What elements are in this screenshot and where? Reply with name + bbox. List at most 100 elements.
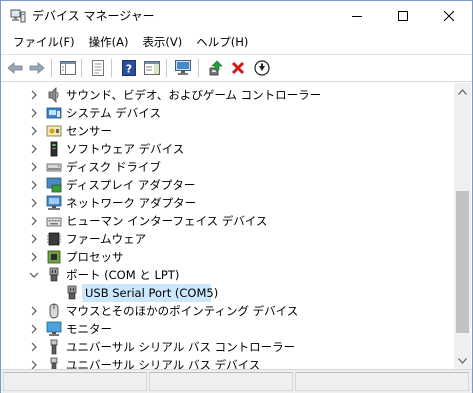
- tree-item-display-adapters[interactable]: ディスプレイ アダプター: [2, 176, 454, 194]
- close-icon: [444, 11, 454, 21]
- chevron-right-icon[interactable]: [29, 90, 39, 100]
- device-tree[interactable]: サウンド、ビデオ、およびゲーム コントローラー システム デバイス センサー ソ…: [2, 83, 454, 369]
- tree-item-usb-serial-port-com5[interactable]: USB Serial Port (COM5): [2, 284, 454, 302]
- tree-item-human-interface-devices[interactable]: ヒューマン インターフェイス デバイス: [2, 212, 454, 230]
- close-button[interactable]: [426, 1, 472, 31]
- tree-item-label: ユニバーサル シリアル バス デバイス: [66, 358, 261, 369]
- tree-item-software-devices[interactable]: ソフトウェア デバイス: [2, 140, 454, 158]
- chevron-right-icon[interactable]: [29, 126, 39, 136]
- menu-file[interactable]: ファイル(F): [6, 32, 82, 52]
- usb-icon: [50, 339, 58, 355]
- toolbar-separator: [51, 59, 52, 77]
- hid-icon: [46, 217, 62, 227]
- chevron-right-icon[interactable]: [29, 252, 39, 262]
- uninstall-device-button[interactable]: [228, 58, 248, 78]
- tree-item-label: センサー: [66, 124, 112, 138]
- disable-device-button[interactable]: [252, 58, 272, 78]
- software-device-icon: [50, 141, 58, 157]
- title-bar[interactable]: デバイス マネージャー: [1, 1, 472, 31]
- status-pane: [149, 372, 293, 391]
- tree-item-processors[interactable]: プロセッサ: [2, 248, 454, 266]
- tree-item-label: ヒューマン インターフェイス デバイス: [66, 214, 268, 228]
- toolbar-separator: [166, 59, 167, 77]
- vertical-scrollbar[interactable]: [454, 83, 471, 369]
- tree-item-network-adapters[interactable]: ネットワーク アダプター: [2, 194, 454, 212]
- update-driver-button[interactable]: [205, 58, 225, 78]
- tree-item-usb-controllers[interactable]: ユニバーサル シリアル バス コントローラー: [2, 338, 454, 356]
- scroll-down-button[interactable]: [454, 352, 471, 369]
- chevron-right-icon[interactable]: [29, 198, 39, 208]
- display-adapter-icon: [46, 177, 62, 193]
- update-driver-icon: [209, 60, 223, 76]
- chevron-right-icon[interactable]: [29, 144, 39, 154]
- chevron-right-icon[interactable]: [29, 216, 39, 226]
- chevron-right-icon[interactable]: [29, 180, 39, 190]
- tree-item-label: ネットワーク アダプター: [66, 196, 197, 210]
- toolbar-separator: [111, 59, 112, 77]
- tree-item-label: USB Serial Port (COM5): [85, 286, 219, 300]
- chevron-down-icon[interactable]: [29, 270, 39, 280]
- help-button[interactable]: ?: [119, 58, 139, 78]
- scroll-down-arrow-icon: [458, 357, 467, 364]
- status-pane: [3, 372, 147, 391]
- chevron-right-icon[interactable]: [29, 324, 39, 334]
- minimize-icon: [352, 16, 362, 17]
- tree-item-system-devices[interactable]: システム デバイス: [2, 104, 454, 122]
- svg-text:?: ?: [126, 63, 132, 76]
- minimize-button[interactable]: [334, 1, 380, 31]
- menu-bar: ファイル(F) 操作(A) 表示(V) ヘルプ(H): [1, 31, 472, 53]
- tree-item-label: ユニバーサル シリアル バス コントローラー: [66, 340, 296, 354]
- action-pane-icon: [144, 61, 160, 75]
- scan-monitor-icon: [175, 60, 191, 75]
- chevron-right-icon[interactable]: [29, 234, 39, 244]
- speaker-icon: [48, 87, 59, 103]
- properties-button[interactable]: [88, 58, 108, 78]
- scroll-up-button[interactable]: [454, 83, 471, 100]
- scrollbar-thumb[interactable]: [456, 191, 469, 333]
- network-adapter-icon: [46, 195, 62, 210]
- back-arrow-icon: [7, 62, 23, 74]
- window-title: デバイス マネージャー: [32, 9, 155, 23]
- scroll-up-arrow-icon: [458, 88, 467, 95]
- processor-icon: [47, 250, 61, 264]
- toolbar-separator: [198, 59, 199, 77]
- tree-item-label: マウスとそのほかのポインティング デバイス: [66, 304, 299, 318]
- menu-help[interactable]: ヘルプ(H): [189, 32, 255, 52]
- tree-item-sound-video-game[interactable]: サウンド、ビデオ、およびゲーム コントローラー: [2, 86, 454, 104]
- tree-item-monitors[interactable]: モニター: [2, 320, 454, 338]
- help-book-icon: ?: [122, 60, 136, 76]
- back-button[interactable]: [5, 58, 25, 78]
- chevron-right-icon[interactable]: [29, 360, 39, 369]
- maximize-button[interactable]: [380, 1, 426, 31]
- firmware-icon: [47, 232, 61, 246]
- toolbar: ?: [1, 54, 472, 82]
- tree-item-usb-devices[interactable]: ユニバーサル シリアル バス デバイス: [2, 356, 454, 369]
- chevron-right-icon[interactable]: [29, 306, 39, 316]
- action-pane-button[interactable]: [142, 58, 162, 78]
- menu-view[interactable]: 表示(V): [135, 32, 189, 52]
- tree-item-firmware[interactable]: ファームウェア: [2, 230, 454, 248]
- show-hide-console-tree-button[interactable]: [58, 58, 78, 78]
- toolbar-separator: [81, 59, 82, 77]
- console-tree-icon: [60, 61, 76, 75]
- menu-action[interactable]: 操作(A): [82, 32, 136, 52]
- maximize-icon: [398, 11, 408, 21]
- forward-button[interactable]: [27, 58, 47, 78]
- tree-item-label: サウンド、ビデオ、およびゲーム コントローラー: [66, 88, 322, 102]
- tree-item-mice-pointing-devices[interactable]: マウスとそのほかのポインティング デバイス: [2, 302, 454, 320]
- tree-item-label: ディスク ドライブ: [66, 160, 161, 174]
- uninstall-x-icon: [231, 61, 245, 75]
- chevron-right-icon[interactable]: [29, 108, 39, 118]
- tree-item-label: モニター: [66, 322, 112, 336]
- tree-item-sensors[interactable]: センサー: [2, 122, 454, 140]
- tree-item-label: システム デバイス: [66, 106, 161, 120]
- status-bar: [1, 369, 472, 393]
- chevron-right-icon[interactable]: [29, 342, 39, 352]
- device-manager-app-icon: [10, 9, 26, 23]
- scan-hardware-button[interactable]: [174, 58, 194, 78]
- tree-item-ports[interactable]: ポート (COM と LPT): [2, 266, 454, 284]
- monitor-icon: [46, 321, 62, 336]
- chevron-right-icon[interactable]: [29, 162, 39, 172]
- tree-item-disk-drives[interactable]: ディスク ドライブ: [2, 158, 454, 176]
- tree-item-label: ディスプレイ アダプター: [66, 178, 196, 192]
